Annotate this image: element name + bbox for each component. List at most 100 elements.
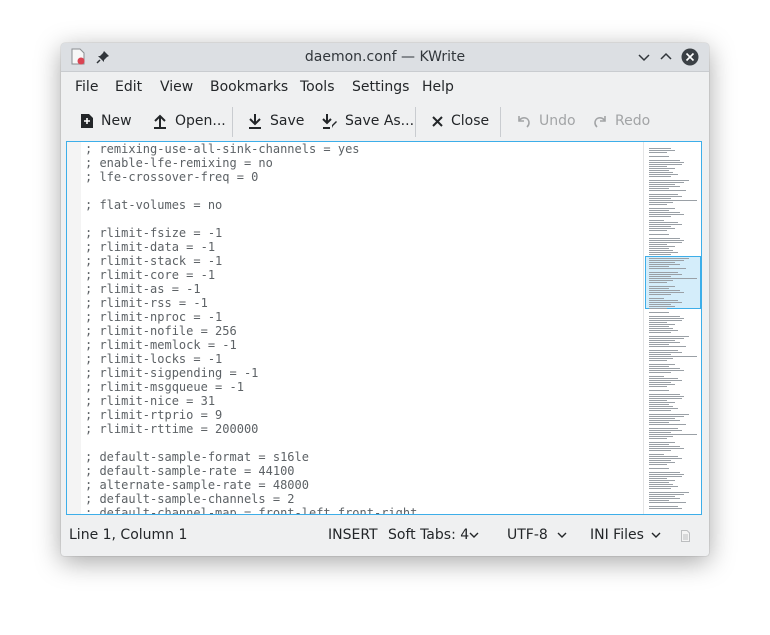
minimap-line xyxy=(649,464,667,465)
save-as-button[interactable]: Save As... xyxy=(322,105,414,137)
minimap-line xyxy=(649,266,669,267)
minimap-line xyxy=(649,190,687,191)
minimap-line xyxy=(649,432,671,433)
chevron-down-icon[interactable] xyxy=(469,532,479,538)
minimap-line xyxy=(649,198,671,199)
minimap-line xyxy=(649,240,685,241)
minimap-line xyxy=(649,486,678,487)
minimap-line xyxy=(649,352,682,353)
minimap-line xyxy=(649,276,671,277)
minimap-line xyxy=(649,344,669,345)
minimap-line xyxy=(649,494,685,495)
minimap-line xyxy=(649,160,680,161)
minimap-line xyxy=(649,278,698,279)
encoding-selector[interactable]: UTF-8 xyxy=(507,527,548,543)
minimap-line xyxy=(649,468,669,469)
minimap-line xyxy=(649,476,682,477)
menu-edit[interactable]: Edit xyxy=(115,79,142,95)
minimap-line xyxy=(649,194,678,195)
minimap-line xyxy=(649,148,671,149)
close-label: Close xyxy=(451,113,490,129)
minimap-line xyxy=(649,414,689,415)
minimap-line xyxy=(649,330,678,331)
minimap-line xyxy=(649,302,682,303)
minimap-line xyxy=(649,406,674,407)
minimap-line xyxy=(649,316,680,317)
minimap-line xyxy=(649,478,667,479)
minimap-line xyxy=(649,424,687,425)
editor-content[interactable]: ; remixing-use-all-sink-channels = yes ;… xyxy=(85,142,417,514)
minimap-line xyxy=(649,358,674,359)
minimap-line xyxy=(649,174,678,175)
menu-settings[interactable]: Settings xyxy=(352,79,409,95)
close-document-button[interactable]: Close xyxy=(432,105,489,137)
redo-button[interactable]: Redo xyxy=(593,105,650,137)
menu-tools[interactable]: Tools xyxy=(300,79,335,95)
minimap-scrollbar[interactable] xyxy=(643,142,701,514)
syntax-mode-selector[interactable]: INI Files xyxy=(590,527,644,543)
minimap-line xyxy=(649,208,676,209)
minimap-line xyxy=(649,254,671,255)
minimap-line xyxy=(649,508,682,509)
minimap-line xyxy=(649,390,669,391)
window-title: daemon.conf — KWrite xyxy=(304,49,466,65)
minimap-line xyxy=(649,404,669,405)
minimap-line xyxy=(649,258,689,259)
menu-view[interactable]: View xyxy=(160,79,193,95)
maximize-icon[interactable] xyxy=(657,48,675,66)
input-mode[interactable]: INSERT xyxy=(328,527,378,543)
minimap-line xyxy=(649,386,667,387)
minimap-line xyxy=(649,212,680,213)
minimap-line xyxy=(649,180,689,181)
open-button[interactable]: Open... xyxy=(153,105,226,137)
minimap-line xyxy=(649,402,676,403)
minimap-line xyxy=(649,364,676,365)
title-bar[interactable]: daemon.conf — KWrite xyxy=(61,43,709,72)
minimap-line xyxy=(649,484,674,485)
menu-bookmarks[interactable]: Bookmarks xyxy=(210,79,288,95)
chevron-down-icon[interactable] xyxy=(651,532,661,538)
minimap-line xyxy=(649,326,669,327)
minimap-line xyxy=(649,480,676,481)
chevron-down-icon[interactable] xyxy=(557,532,567,538)
minimap-line xyxy=(649,420,680,421)
minimap-line xyxy=(649,262,676,263)
kwrite-window: daemon.conf — KWrite File Edit View Book… xyxy=(61,43,709,556)
minimize-icon[interactable] xyxy=(635,48,653,66)
minimap-line xyxy=(649,354,671,355)
minimap-line xyxy=(649,488,671,489)
text-editor[interactable]: ; remixing-use-all-sink-channels = yes ;… xyxy=(66,141,702,515)
close-window-icon[interactable] xyxy=(681,48,699,66)
cursor-position[interactable]: Line 1, Column 1 xyxy=(69,527,187,543)
minimap-line xyxy=(649,376,665,377)
minimap-line xyxy=(649,346,687,347)
minimap-line xyxy=(649,356,698,357)
minimap-line xyxy=(649,384,676,385)
new-button[interactable]: New xyxy=(81,105,132,137)
minimap-line xyxy=(649,382,671,383)
minimap-line xyxy=(649,448,685,449)
minimap-line xyxy=(649,500,669,501)
indentation-selector[interactable]: Soft Tabs: 4 xyxy=(388,527,469,543)
minimap-line xyxy=(649,474,685,475)
save-arrow-icon xyxy=(249,114,261,129)
minimap-line xyxy=(649,214,685,215)
minimap-line xyxy=(649,312,669,313)
minimap-line xyxy=(649,456,678,457)
minimap-line xyxy=(649,380,682,381)
minimap-line xyxy=(649,286,676,287)
menu-help[interactable]: Help xyxy=(422,79,454,95)
minimap-line xyxy=(649,272,678,273)
save-button[interactable]: Save xyxy=(248,105,304,137)
minimap-line xyxy=(649,482,669,483)
minimap-line xyxy=(649,360,667,361)
menu-file[interactable]: File xyxy=(75,79,98,95)
minimap-line xyxy=(649,460,671,461)
undo-button[interactable]: Undo xyxy=(517,105,576,137)
minimap-line xyxy=(649,498,680,499)
minimap-line xyxy=(649,400,667,401)
toolbar-separator xyxy=(415,107,416,137)
minimap-line xyxy=(649,290,680,291)
minimap-line xyxy=(649,300,678,301)
minimap-line xyxy=(649,204,667,205)
